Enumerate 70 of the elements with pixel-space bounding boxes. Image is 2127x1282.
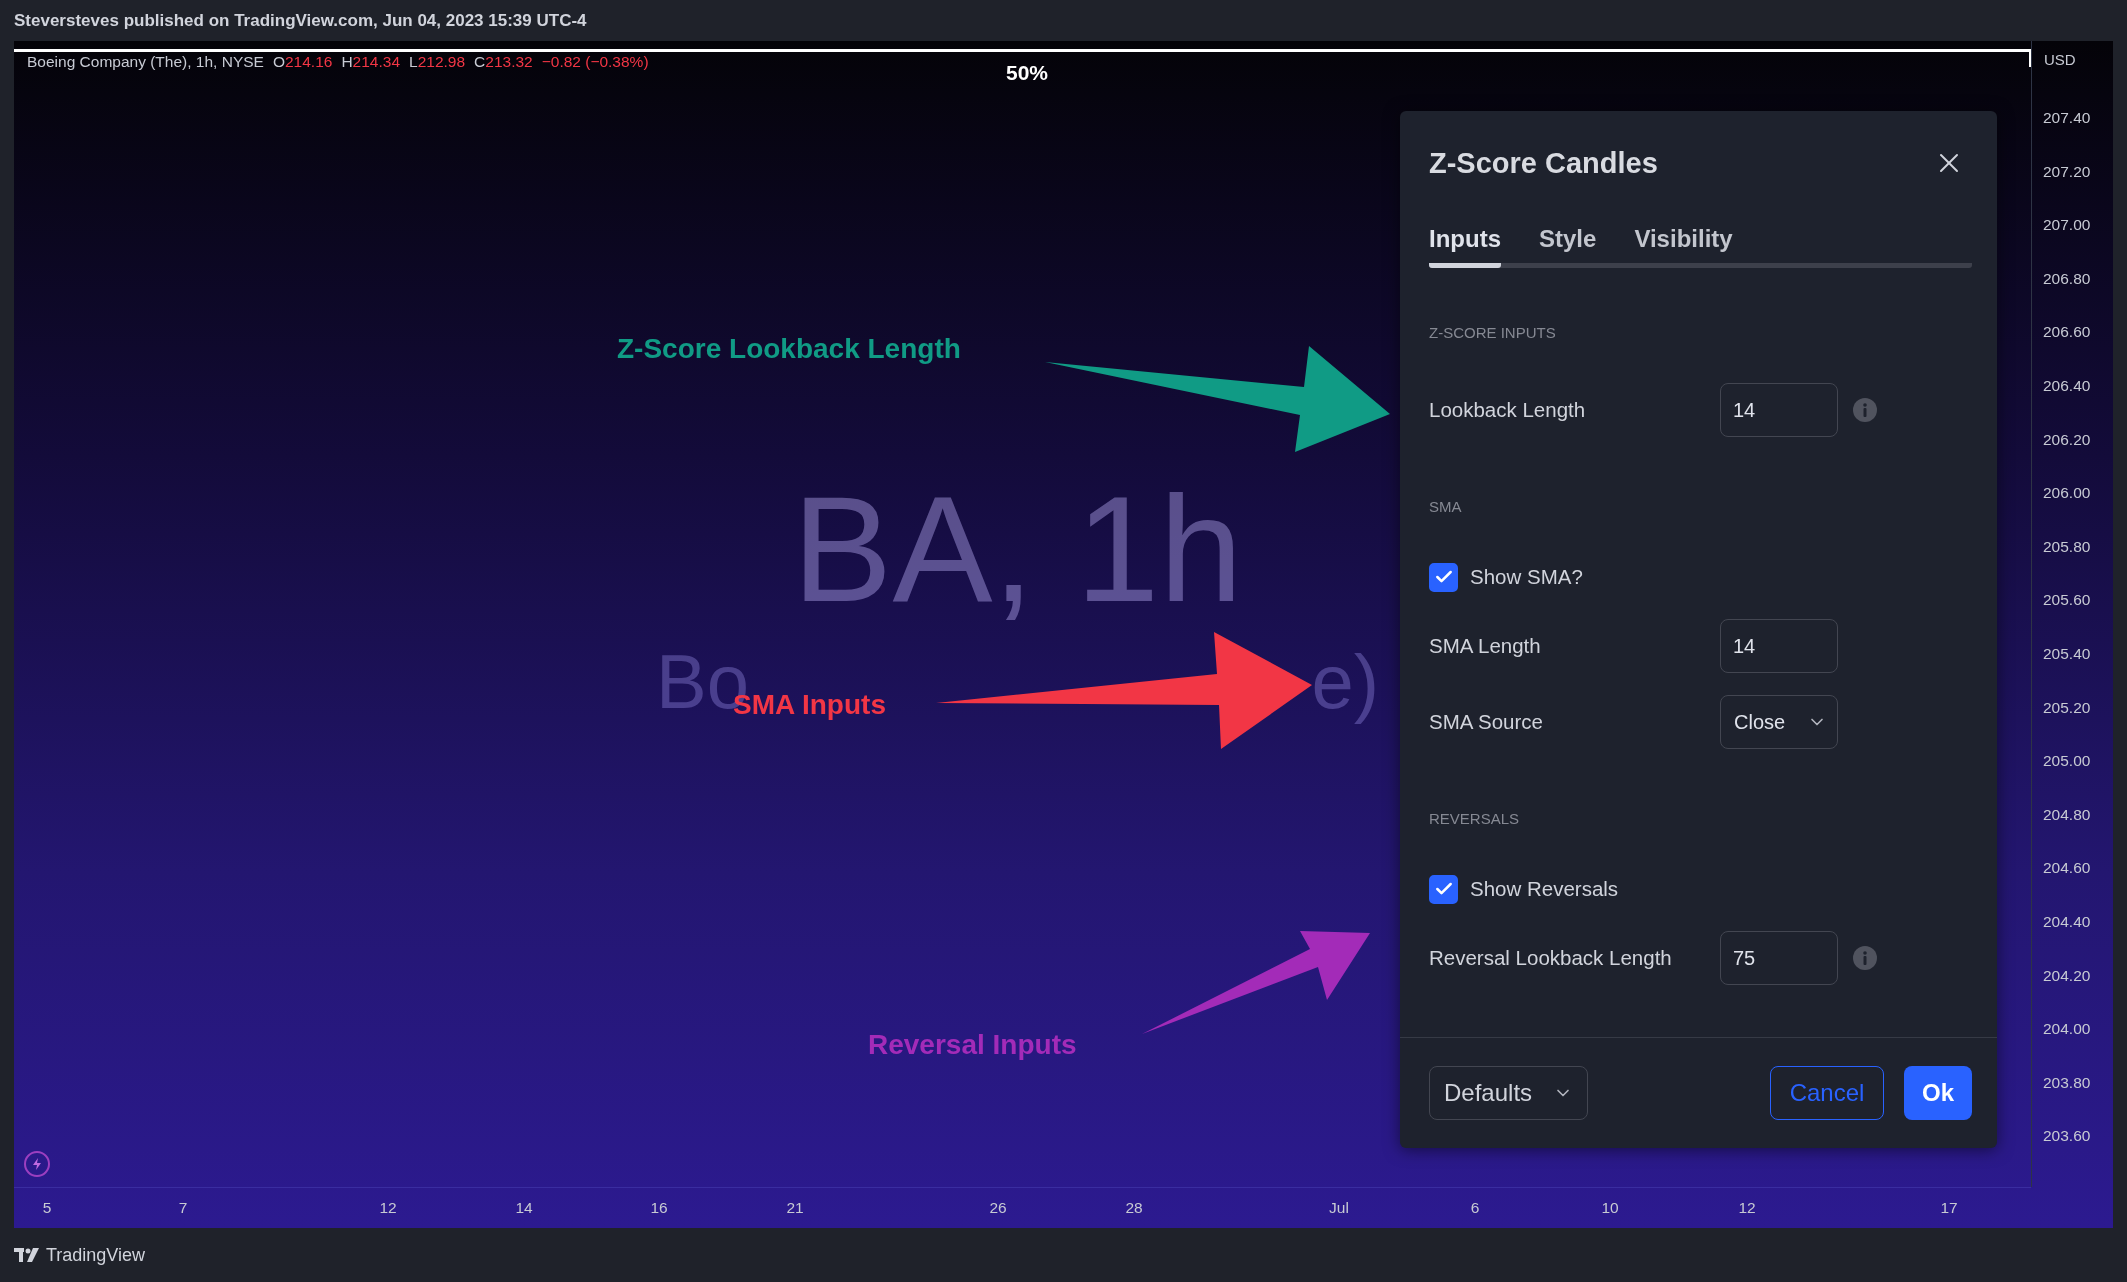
tab[interactable]: Inputs xyxy=(1429,225,1501,268)
price-label: 205.40 xyxy=(2042,643,2092,664)
tab[interactable]: Visibility xyxy=(1634,225,1733,268)
price-label: 207.40 xyxy=(2042,108,2092,128)
brand-name: TradingView xyxy=(46,1244,146,1266)
price-label: 206.80 xyxy=(2042,268,2092,289)
price-label: 205.80 xyxy=(2042,536,2092,557)
time-label: 5 xyxy=(42,1199,52,1217)
time-label: 26 xyxy=(989,1199,1007,1217)
symbol-watermark: BA, 1h xyxy=(792,470,1243,629)
checkbox-label: Show SMA? xyxy=(1470,565,1583,589)
time-label: 12 xyxy=(1738,1199,1756,1217)
currency-label: USD xyxy=(2043,50,2077,70)
time-label: Jul xyxy=(1329,1199,1349,1217)
price-label: 206.20 xyxy=(2042,429,2092,450)
symbol-legend: Boeing Company (The), 1h, NYSE xyxy=(27,53,264,71)
annotation-label: Z-Score Lookback Length xyxy=(617,333,961,365)
ohlc-value: L212.98 xyxy=(409,53,466,71)
price-label: 207.20 xyxy=(2042,161,2092,182)
price-label: 206.40 xyxy=(2042,375,2092,396)
time-label: 7 xyxy=(178,1199,188,1217)
price-label: 204.80 xyxy=(2042,804,2092,825)
price-label: 205.20 xyxy=(2042,697,2092,718)
ohlc-value: O214.16 xyxy=(272,53,333,71)
time-label: 17 xyxy=(1940,1199,1958,1217)
defaults-dropdown[interactable]: Defaults xyxy=(1429,1066,1588,1120)
field-label: Reversal Lookback Length xyxy=(1429,946,1673,970)
price-label: 204.60 xyxy=(2042,858,2092,879)
time-label: 6 xyxy=(1470,1199,1480,1217)
time-label: 10 xyxy=(1601,1199,1619,1217)
price-label: 205.00 xyxy=(2042,751,2092,772)
price-label: 207.00 xyxy=(2042,215,2092,236)
time-label: 14 xyxy=(515,1199,533,1217)
line-end-tick xyxy=(2029,49,2031,67)
ohlc-value: H214.34 xyxy=(341,53,401,71)
price-label: 204.00 xyxy=(2042,1019,2092,1040)
checkbox-label: Show Reversals xyxy=(1470,877,1619,901)
price-label: 203.60 xyxy=(2042,1126,2092,1147)
price-label: 205.60 xyxy=(2042,590,2092,611)
time-label: 12 xyxy=(379,1199,397,1217)
price-label: 206.00 xyxy=(2042,483,2092,504)
time-label: 28 xyxy=(1125,1199,1143,1217)
time-label: 21 xyxy=(786,1199,804,1217)
checkbox[interactable] xyxy=(1429,562,1458,592)
dialog-title: Z-Score Candles xyxy=(1429,146,1658,181)
percent-label: 50% xyxy=(1006,61,1049,85)
price-label: 204.20 xyxy=(2042,965,2092,986)
time-label: 16 xyxy=(650,1199,668,1217)
publish-info: Steversteves published on TradingView.com, Jun 04, 2023 15:39 UTC-4 xyxy=(14,10,587,31)
field-label: SMA Length xyxy=(1429,634,1542,658)
price-change: −0.82 (−0.38%) xyxy=(541,53,649,71)
price-label: 204.40 xyxy=(2042,911,2092,932)
field-label: SMA Source xyxy=(1429,710,1544,734)
price-label: 206.60 xyxy=(2042,322,2092,343)
field-label: Lookback Length xyxy=(1429,398,1587,422)
section-heading: Z-SCORE INPUTS xyxy=(1429,323,1557,343)
ok-button[interactable]: Ok xyxy=(1904,1066,1972,1120)
section-heading: SMA xyxy=(1429,497,1463,517)
input-field[interactable]: 75 xyxy=(1720,931,1838,985)
ohlc-value: C213.32 xyxy=(474,53,533,71)
lightning-icon[interactable] xyxy=(24,1151,50,1177)
checkbox[interactable] xyxy=(1429,874,1458,904)
input-field[interactable]: 14 xyxy=(1720,619,1838,673)
input-field[interactable]: 14 xyxy=(1720,383,1838,437)
source-select[interactable]: Close xyxy=(1720,695,1838,749)
annotation-label: Reversal Inputs xyxy=(868,1029,1077,1061)
section-heading: REVERSALS xyxy=(1429,809,1521,829)
price-label: 203.80 xyxy=(2042,1072,2092,1093)
tab[interactable]: Style xyxy=(1539,225,1597,268)
logo-icon xyxy=(14,1247,40,1263)
